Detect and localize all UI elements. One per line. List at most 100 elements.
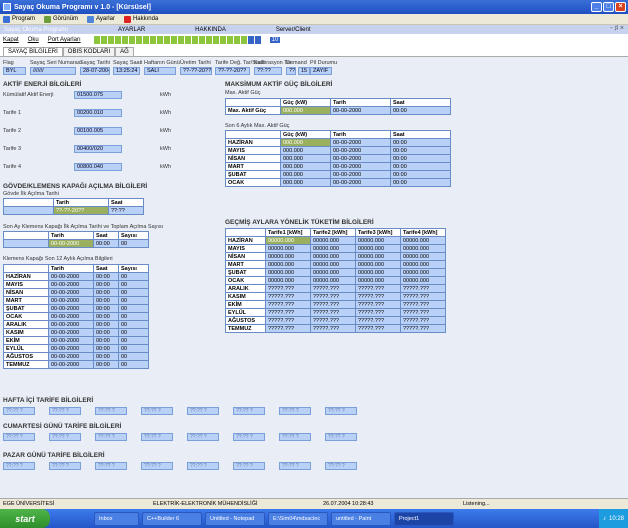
close-button[interactable]: × xyxy=(615,2,626,12)
table-cell: 00-00-2000 xyxy=(48,296,94,305)
taskbar-task[interactable]: untitled - Paint xyxy=(331,511,391,526)
start-button[interactable]: start xyxy=(0,509,50,528)
table-row: ARALIK?????.????????.????????.????????.?… xyxy=(225,284,446,293)
taskbar-task[interactable]: Untitled - Notepad xyxy=(205,511,265,526)
oku-button[interactable]: Oku xyxy=(28,37,39,43)
table-cell: 00000.000 xyxy=(400,236,446,245)
tarife-slot[interactable]: ??:?? ? xyxy=(233,433,265,441)
info-value: BYL xyxy=(3,67,26,75)
table-cell: ?????.??? xyxy=(355,284,401,293)
table-cell: EKİM xyxy=(3,336,49,345)
tarife-slot[interactable]: ??:?? ? xyxy=(279,407,311,415)
progress-segment xyxy=(177,36,184,44)
tarife-slot[interactable]: ??:?? ? xyxy=(187,407,219,415)
menu-gorunum[interactable]: Görünüm xyxy=(44,15,78,23)
table-header: Tarife3 [kWh] xyxy=(355,228,401,237)
tarife-slot[interactable]: ??:?? ? xyxy=(325,407,357,415)
tarife-slot[interactable]: ??:?? ? xyxy=(279,462,311,470)
table-row: HAZİRAN 00-00-2000 00:00 00 xyxy=(3,272,149,281)
maximize-button[interactable]: □ xyxy=(603,2,614,12)
progress-segment xyxy=(233,36,240,44)
taskbar-task[interactable]: C++Builder 6 xyxy=(142,511,202,526)
taskbar-task[interactable]: Project1 xyxy=(394,511,454,526)
tarife-slot[interactable]: ??:?? ? xyxy=(49,462,81,470)
minimize-button[interactable]: _ xyxy=(591,2,602,12)
menu-program[interactable]: Program xyxy=(3,15,35,23)
table-cell: ?????.??? xyxy=(310,300,356,309)
tarife-slot[interactable]: ??:?? ? xyxy=(325,462,357,470)
table-row: AĞUSTOS?????.????????.????????.????????.… xyxy=(225,316,446,325)
mdi-item-ayarlar[interactable]: AYARLAR xyxy=(118,27,145,33)
tarife-slot-row: ??:?? ? ??:?? ? ??:?? ? ??:?? ? ??:?? ???:??… xyxy=(3,407,357,415)
table-cell: 00:00 xyxy=(93,360,119,369)
table-cell: 00000.000 xyxy=(400,260,446,269)
table-cell: 00 xyxy=(118,320,149,329)
tarife-slot[interactable]: ??:?? ? xyxy=(279,433,311,441)
table-row: ŞUBAT 000.000 00-00-2000 00:00 xyxy=(225,170,451,179)
tab-sayac-bilgileri[interactable]: SAYAÇ BİLGİLERİ xyxy=(3,47,63,56)
menu-hakkinda[interactable]: Hakkında xyxy=(123,15,158,23)
table-cell xyxy=(3,206,54,215)
system-tray: ♪ 10:28 xyxy=(598,509,628,528)
mdi-item-server[interactable]: Server/Client xyxy=(276,27,311,33)
tarife-slot[interactable]: ??:?? ? xyxy=(95,433,127,441)
table-row: MAYIS 00-00-2000 00:00 00 xyxy=(3,280,149,289)
govde-sub1: Gövde İlk Açılma Tarihi xyxy=(3,191,59,197)
table-cell: 00 xyxy=(118,336,149,345)
view-icon xyxy=(44,15,52,23)
tab-obis-kodlari[interactable]: OBIS KODLARI xyxy=(62,47,116,56)
table-cell: 00:00 xyxy=(390,178,451,187)
tarife-slot[interactable]: ??:?? ? xyxy=(187,433,219,441)
govde-sonay-table: Tarih Saat Sayısı 00-00-2000 00:00 00 xyxy=(3,231,149,248)
tarife-slot[interactable]: ??:?? ? xyxy=(233,462,265,470)
table-cell: 00-00-2000 xyxy=(48,320,94,329)
maks-table: Güç (kW) Tarih Saat Max. Aktif Güç 000.000 00… xyxy=(225,98,451,115)
aktif-value: 01500.075 xyxy=(74,91,122,99)
tarife-slot[interactable]: ??:?? ? xyxy=(49,433,81,441)
tarife-slot[interactable]: ??:?? ? xyxy=(95,407,127,415)
table-cell: 00:00 xyxy=(390,138,451,147)
tarife-slot[interactable]: ??:?? ? xyxy=(325,433,357,441)
table-row: EKİM?????.????????.????????.????????.??? xyxy=(225,300,446,309)
tarife-slot[interactable]: ??:?? ? xyxy=(187,462,219,470)
tarife-slot[interactable]: ??:?? ? xyxy=(95,462,127,470)
table-cell: KASIM xyxy=(225,292,266,301)
table-header-blank xyxy=(225,130,281,139)
table-cell: 00-00-2000 xyxy=(48,344,94,353)
tarife-slot[interactable]: ??:?? ? xyxy=(141,462,173,470)
taskbar-task[interactable]: Inbox xyxy=(94,511,139,526)
table-cell: EKİM xyxy=(225,300,266,309)
tarife-slot[interactable]: ??:?? ? xyxy=(141,433,173,441)
tarife-slot-row: ??:?? ? ??:?? ? ??:?? ? ??:?? ? ??:?? ???:??… xyxy=(3,433,357,441)
gecmis-section-title: GEÇMİŞ AYLARA YÖNELİK TÜKETİM BİLGİLERİ xyxy=(225,219,374,226)
tarife-slot[interactable]: ??:?? ? xyxy=(49,407,81,415)
table-cell: 00 xyxy=(118,239,149,248)
table-cell: ?????.??? xyxy=(310,284,356,293)
info-value: SALI xyxy=(144,67,176,75)
info-label: Demand xyxy=(286,60,307,66)
tarife-slot[interactable]: ??:?? ? xyxy=(233,407,265,415)
tarife-slot[interactable]: ??:?? ? xyxy=(141,407,173,415)
mdi-window-controls[interactable]: - ♯ × xyxy=(610,25,624,32)
menu-ayarlar[interactable]: Ayarlar xyxy=(87,15,115,23)
table-cell: 000.000 xyxy=(280,178,331,187)
govde-sub2: Son Ay Klemens Kapağı İlk Açılma Tarihi … xyxy=(3,224,164,230)
port-settings-button[interactable]: Port Ayarları xyxy=(48,37,81,43)
table-cell: ??-??-20?? xyxy=(53,206,109,215)
tarife-slot[interactable]: ??:?? ? xyxy=(3,462,35,470)
info-value: ZAYIF xyxy=(310,67,332,75)
mdi-item-hakkinda[interactable]: HAKKINDA xyxy=(195,27,226,33)
taskbar-task[interactable]: E:\Sim04\mdsaclec xyxy=(268,511,328,526)
table-cell: HAZİRAN xyxy=(3,272,49,281)
kapat-button[interactable]: Kapat xyxy=(3,37,19,43)
tab-ag[interactable]: AĞ xyxy=(115,47,134,56)
table-cell: 00:00 xyxy=(390,154,451,163)
table-cell: NİSAN xyxy=(225,154,281,163)
table-row: EKİM 00-00-2000 00:00 00 xyxy=(3,336,149,345)
tarife-slot[interactable]: ??:?? ? xyxy=(3,433,35,441)
table-row: KASIM 00-00-2000 00:00 00 xyxy=(3,328,149,337)
progress-segment xyxy=(170,36,177,44)
table-header: Tarih xyxy=(53,198,109,207)
tarife-slot[interactable]: ??:?? ? xyxy=(3,407,35,415)
table-cell: ARALIK xyxy=(3,320,49,329)
